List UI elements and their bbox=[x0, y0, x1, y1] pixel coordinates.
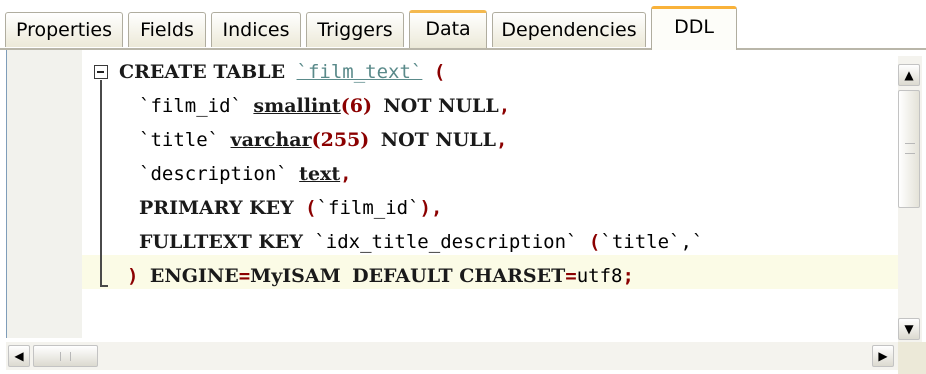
scroll-down-icon[interactable]: ▼ bbox=[898, 318, 920, 340]
code-line-6: FULLTEXT KEY `idx_title_description` (`t… bbox=[139, 231, 704, 253]
horizontal-scroll-thumb[interactable] bbox=[33, 345, 98, 367]
ddl-editor[interactable]: CREATE TABLE `film_text` ( `film_id` sma… bbox=[6, 50, 899, 338]
grip-icon bbox=[905, 143, 915, 154]
horizontal-scrollbar[interactable]: ◀ ▶ bbox=[6, 342, 898, 370]
ddl-code: CREATE TABLE `film_text` ( `film_id` sma… bbox=[119, 50, 703, 287]
editor-gutter bbox=[7, 50, 82, 338]
size-grip bbox=[898, 342, 926, 374]
tab-indices[interactable]: Indices bbox=[211, 12, 301, 47]
scroll-up-icon[interactable]: ▲ bbox=[898, 64, 920, 86]
code-line-3: `title` varchar(255) NOT NULL, bbox=[139, 129, 508, 151]
tab-fields[interactable]: Fields bbox=[128, 12, 206, 47]
scroll-right-icon[interactable]: ▶ bbox=[872, 345, 894, 367]
collapse-fold-icon[interactable] bbox=[94, 65, 108, 79]
tab-bar: Properties Fields Indices Triggers Data … bbox=[0, 0, 926, 50]
tab-ddl[interactable]: DDL bbox=[651, 6, 737, 50]
grip-icon bbox=[60, 352, 71, 361]
tab-data[interactable]: Data bbox=[409, 10, 487, 48]
code-line-2: `film_id` smallint(6) NOT NULL, bbox=[139, 95, 511, 117]
code-line-1: CREATE TABLE `film_text` ( bbox=[119, 61, 446, 83]
vertical-scrollbar[interactable]: ▲ ▼ bbox=[898, 56, 922, 342]
vertical-scroll-thumb[interactable] bbox=[898, 90, 920, 208]
fold-end-marker bbox=[100, 285, 108, 287]
tab-triggers[interactable]: Triggers bbox=[306, 12, 404, 47]
tab-properties[interactable]: Properties bbox=[5, 12, 123, 47]
code-line-7: ) ENGINE=MyISAM DEFAULT CHARSET=utf8; bbox=[127, 265, 634, 287]
code-line-4: `description` text, bbox=[139, 163, 352, 185]
scroll-left-icon[interactable]: ◀ bbox=[8, 345, 30, 367]
fold-guide-line bbox=[100, 80, 102, 286]
code-line-5: PRIMARY KEY (`film_id`), bbox=[139, 197, 443, 219]
tab-dependencies[interactable]: Dependencies bbox=[492, 12, 646, 47]
